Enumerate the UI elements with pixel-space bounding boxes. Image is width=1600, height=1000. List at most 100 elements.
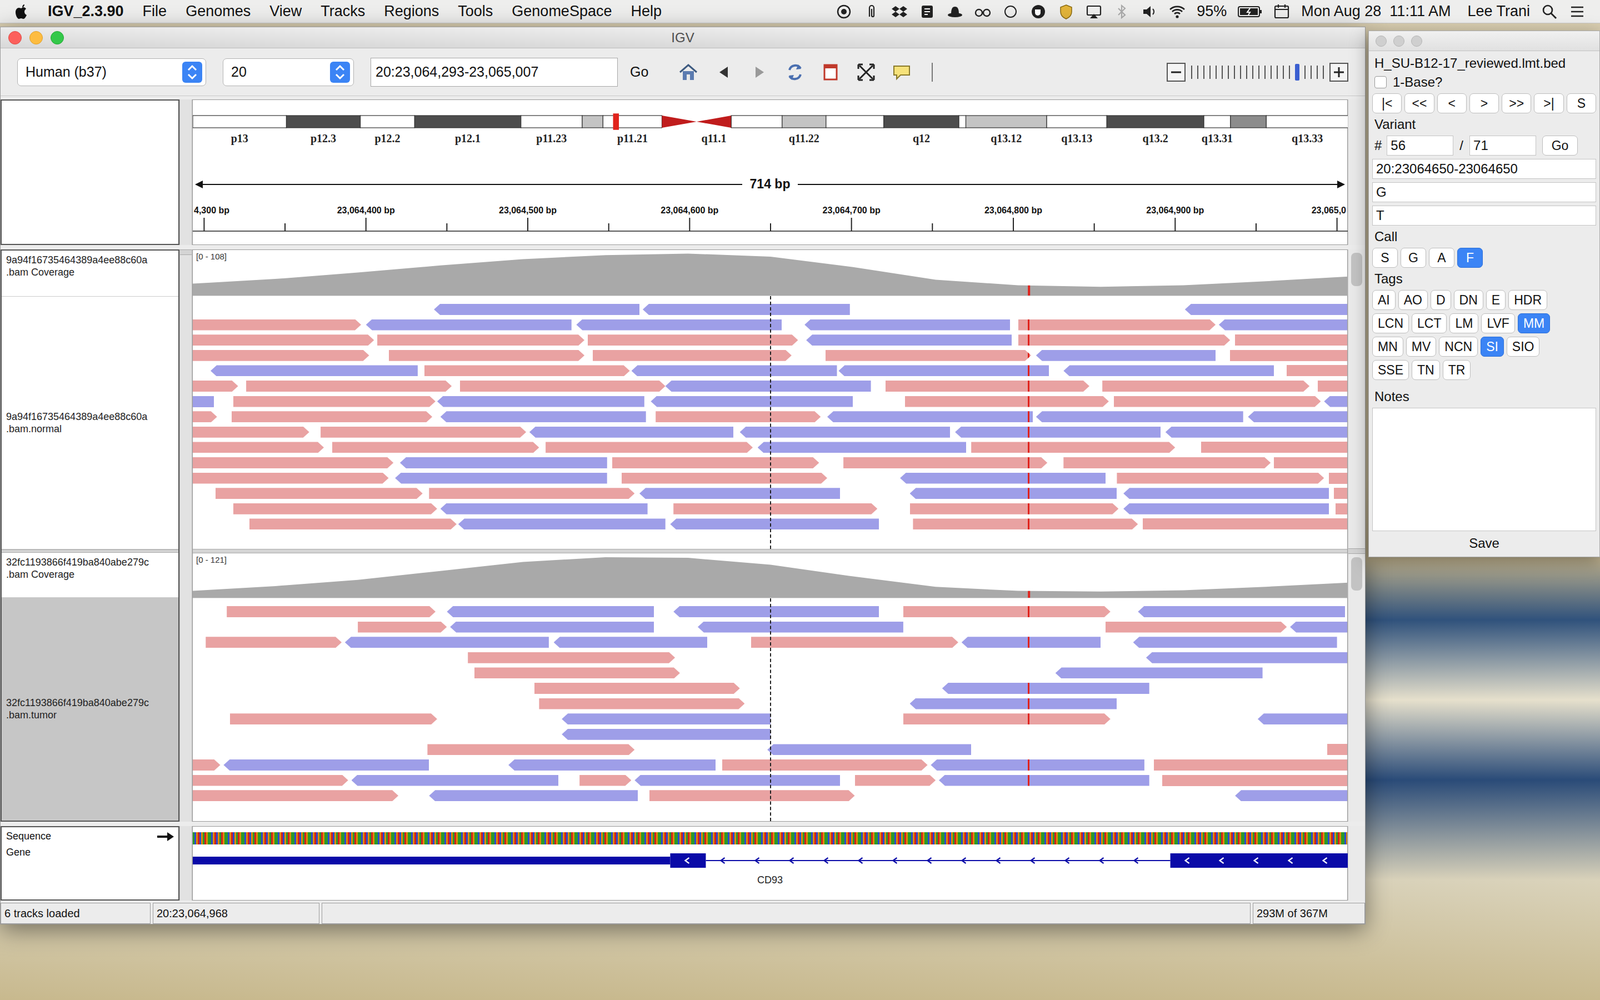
read[interactable] <box>1273 457 1348 469</box>
nav-button[interactable]: >> <box>1501 93 1532 114</box>
read[interactable] <box>427 743 635 755</box>
read[interactable] <box>1230 350 1348 362</box>
go-button[interactable]: Go <box>1542 135 1578 156</box>
nav-button[interactable]: << <box>1404 93 1434 114</box>
read[interactable] <box>1055 667 1263 679</box>
read[interactable] <box>460 380 666 392</box>
read[interactable] <box>1162 775 1348 787</box>
tag-button[interactable]: AO <box>1398 290 1428 310</box>
roi-icon[interactable] <box>819 61 842 84</box>
read[interactable] <box>446 606 654 618</box>
glasses-icon[interactable] <box>974 3 992 20</box>
read[interactable] <box>1018 319 1216 331</box>
zoom-out-icon[interactable] <box>1166 62 1186 82</box>
read[interactable] <box>561 728 771 740</box>
minimize-button[interactable] <box>29 31 43 45</box>
refresh-icon[interactable] <box>783 61 807 84</box>
read[interactable] <box>508 759 716 771</box>
nav-button[interactable]: |< <box>1372 93 1402 114</box>
strand-arrow-icon[interactable] <box>157 831 174 842</box>
read[interactable] <box>1165 426 1348 438</box>
read[interactable] <box>1063 457 1271 469</box>
read[interactable] <box>249 518 457 530</box>
read[interactable] <box>400 457 608 469</box>
read[interactable] <box>395 472 608 484</box>
read[interactable] <box>538 698 745 710</box>
read[interactable] <box>634 775 840 787</box>
menu-item[interactable]: Help <box>630 2 662 20</box>
close-button[interactable] <box>8 31 22 45</box>
read[interactable] <box>534 682 740 694</box>
menu-item[interactable]: Tracks <box>320 2 365 20</box>
tag-button[interactable]: MV <box>1406 336 1437 357</box>
read[interactable] <box>424 365 630 377</box>
tag-button[interactable]: SSE <box>1372 360 1409 380</box>
read[interactable] <box>665 380 872 392</box>
read[interactable] <box>1063 365 1274 377</box>
tag-button[interactable]: MM <box>1517 313 1550 334</box>
read[interactable] <box>855 775 937 787</box>
read[interactable] <box>192 441 324 453</box>
chromosome-select[interactable]: 20 <box>222 58 354 87</box>
read[interactable] <box>1323 396 1348 408</box>
read[interactable] <box>825 350 1032 362</box>
sync-icon[interactable] <box>835 3 853 20</box>
read[interactable] <box>192 350 370 362</box>
tag-button[interactable]: SI <box>1480 336 1504 357</box>
read[interactable] <box>230 713 438 725</box>
read[interactable] <box>1247 411 1348 423</box>
read[interactable] <box>433 303 640 315</box>
note-icon[interactable] <box>918 3 936 20</box>
ref-field[interactable]: G <box>1372 182 1597 203</box>
read[interactable] <box>192 334 374 346</box>
read[interactable] <box>529 426 734 438</box>
read[interactable] <box>1218 319 1348 331</box>
read[interactable] <box>642 303 850 315</box>
menu-item[interactable]: File <box>142 2 168 20</box>
read[interactable] <box>621 472 828 484</box>
read[interactable] <box>377 334 585 346</box>
read[interactable] <box>1333 487 1348 499</box>
read[interactable] <box>955 426 1161 438</box>
calendar-icon[interactable] <box>1273 3 1290 20</box>
menu-item[interactable]: GenomeSpace <box>511 2 612 20</box>
read[interactable] <box>806 334 1012 346</box>
read[interactable] <box>843 457 1048 469</box>
read[interactable] <box>1036 411 1244 423</box>
tag-button[interactable]: NCN <box>1438 336 1478 357</box>
tag-button[interactable]: LCN <box>1372 313 1409 334</box>
back-icon[interactable] <box>712 61 735 84</box>
battery-percent[interactable]: 95% <box>1196 2 1227 20</box>
read[interactable] <box>440 411 647 423</box>
fit-icon[interactable] <box>855 61 878 84</box>
read[interactable] <box>903 713 1111 725</box>
read[interactable] <box>827 411 1033 423</box>
read[interactable] <box>1018 334 1231 346</box>
hat-icon[interactable] <box>946 3 964 20</box>
home-icon[interactable] <box>677 61 700 84</box>
read[interactable] <box>450 621 654 633</box>
read[interactable] <box>885 380 1090 392</box>
read[interactable] <box>576 319 782 331</box>
read[interactable] <box>905 396 1109 408</box>
read[interactable] <box>804 319 1010 331</box>
tag-button[interactable]: LM <box>1449 313 1479 334</box>
read[interactable] <box>192 775 349 787</box>
read[interactable] <box>592 350 792 362</box>
zoom-slider[interactable] <box>1191 62 1324 82</box>
scroll-thumb[interactable] <box>1351 557 1363 591</box>
list-icon[interactable] <box>1568 3 1586 20</box>
read[interactable] <box>192 380 239 392</box>
read[interactable] <box>561 713 771 725</box>
read[interactable] <box>192 790 399 802</box>
notes-textarea[interactable] <box>1372 407 1597 532</box>
call-button[interactable]: A <box>1428 247 1455 268</box>
read[interactable] <box>910 503 1119 515</box>
read[interactable] <box>366 319 572 331</box>
zoom-button[interactable] <box>1411 35 1423 47</box>
read[interactable] <box>351 775 559 787</box>
read[interactable] <box>205 636 342 648</box>
read[interactable] <box>474 667 680 679</box>
read[interactable] <box>910 698 1118 710</box>
read[interactable] <box>1137 606 1345 618</box>
